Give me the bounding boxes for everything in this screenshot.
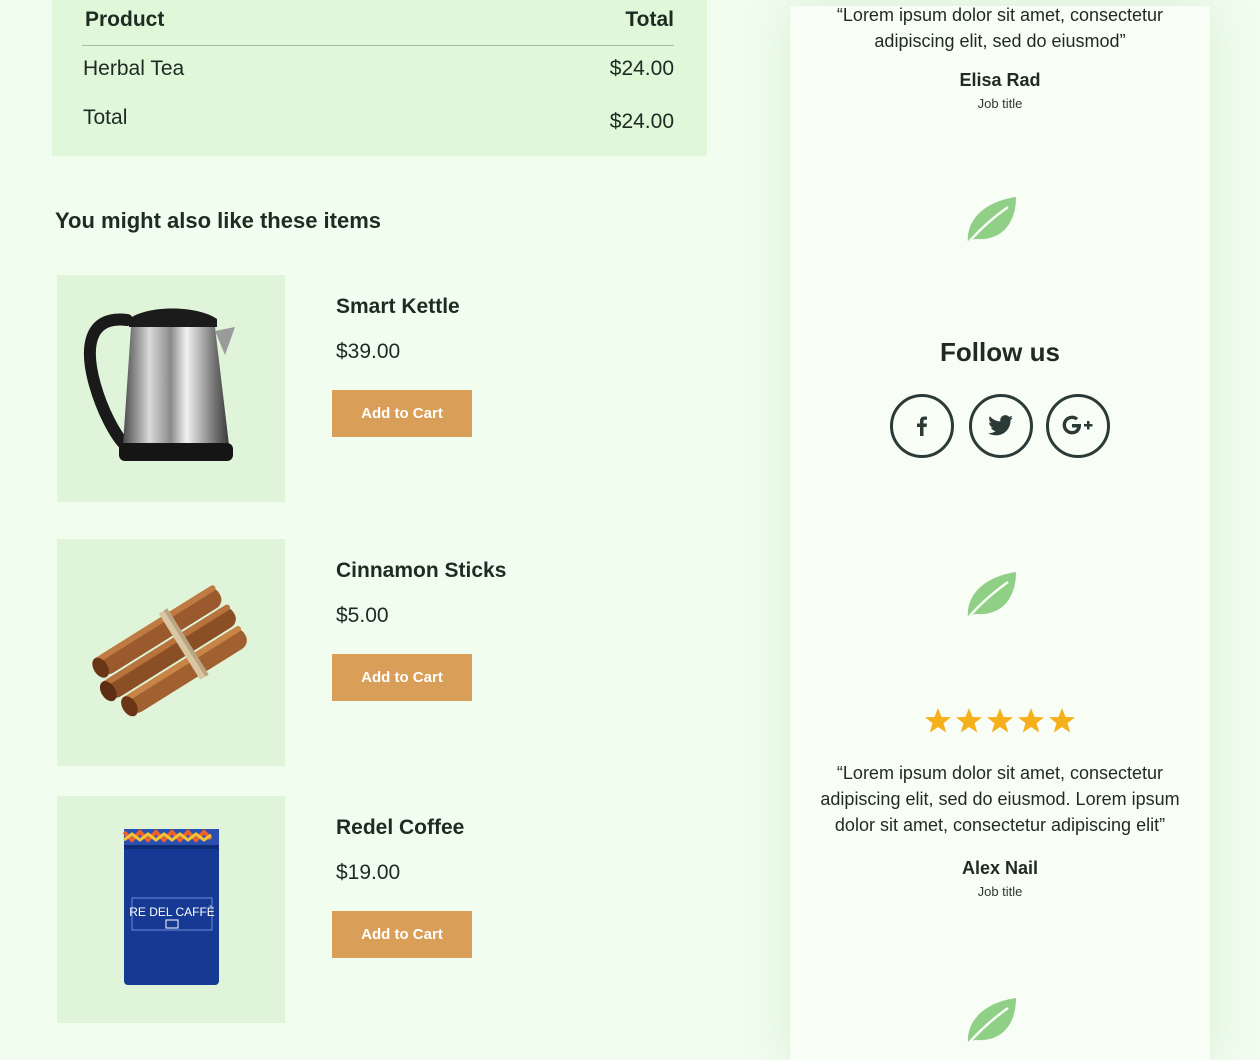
leaf-icon [967, 197, 1016, 244]
star-icon [1049, 708, 1075, 733]
order-summary-table: Product Total Herbal Tea $24.00 Total $2… [52, 0, 707, 156]
sidebar-panel: “Lorem ipsum dolor sit amet, consectetur… [790, 5, 1210, 1060]
facebook-link[interactable] [890, 394, 954, 458]
product-name[interactable]: Redel Coffee [336, 816, 464, 840]
kettle-image [84, 308, 235, 461]
related-items-heading: You might also like these items [55, 208, 382, 233]
product-thumbnail-coffee[interactable]: RE DEL CAFFÈ [57, 796, 285, 1023]
twitter-icon [988, 415, 1013, 436]
product-name[interactable]: Cinnamon Sticks [336, 559, 506, 583]
cinnamon-sticks-image [92, 585, 247, 717]
product-price: $19.00 [336, 861, 401, 884]
testimonial-quote: “Lorem ipsum dolor sit amet, consectetur… [820, 763, 1180, 835]
testimonial-quote: “Lorem ipsum dolor sit amet, consectetur… [836, 5, 1164, 51]
star-rating [923, 706, 1077, 736]
order-summary-header: Product Total [82, 0, 674, 46]
twitter-link[interactable] [969, 394, 1033, 458]
star-icon [987, 708, 1013, 733]
product-thumbnail-cinnamon[interactable] [57, 539, 285, 766]
product-thumbnail-kettle[interactable] [57, 275, 285, 502]
product-card: RE DEL CAFFÈ Redel Coffee $19.00 Add to … [57, 796, 707, 1024]
leaf-icon [967, 998, 1016, 1045]
facebook-icon [917, 416, 927, 436]
coffee-tin-label: RE DEL CAFFÈ [129, 904, 215, 919]
follow-us-heading: Follow us [940, 337, 1060, 367]
line-item-amount: $24.00 [609, 57, 674, 80]
testimonial-job-title: Job title [977, 96, 1023, 111]
line-item-name: Herbal Tea [83, 57, 185, 80]
order-line-item: Herbal Tea $24.00 [82, 57, 674, 87]
testimonial-job-title: Job title [977, 884, 1023, 899]
testimonial-author: Elisa Rad [959, 70, 1041, 90]
order-total-amount: $24.00 [609, 110, 674, 133]
star-icon [956, 708, 982, 733]
coffee-tin-image: RE DEL CAFFÈ [122, 829, 219, 985]
order-total-row: Total $24.00 [82, 106, 674, 136]
product-column-header: Product [85, 8, 165, 31]
product-card: Cinnamon Sticks $5.00 Add to Cart [57, 539, 707, 767]
google-plus-link[interactable] [1046, 394, 1110, 458]
google-plus-icon [1062, 415, 1093, 435]
total-column-header: Total [625, 8, 674, 31]
product-price: $5.00 [336, 604, 389, 627]
star-icon [1018, 708, 1044, 733]
leaf-icon [967, 572, 1016, 619]
product-card: Smart Kettle $39.00 Add to Cart [57, 275, 707, 503]
testimonial-author: Alex Nail [961, 858, 1039, 878]
add-to-cart-button[interactable]: Add to Cart [332, 390, 472, 437]
product-price: $39.00 [336, 340, 401, 363]
star-icon [925, 708, 951, 733]
product-name[interactable]: Smart Kettle [336, 295, 460, 319]
add-to-cart-button[interactable]: Add to Cart [332, 654, 472, 701]
order-total-label: Total [83, 106, 128, 129]
add-to-cart-button[interactable]: Add to Cart [332, 911, 472, 958]
